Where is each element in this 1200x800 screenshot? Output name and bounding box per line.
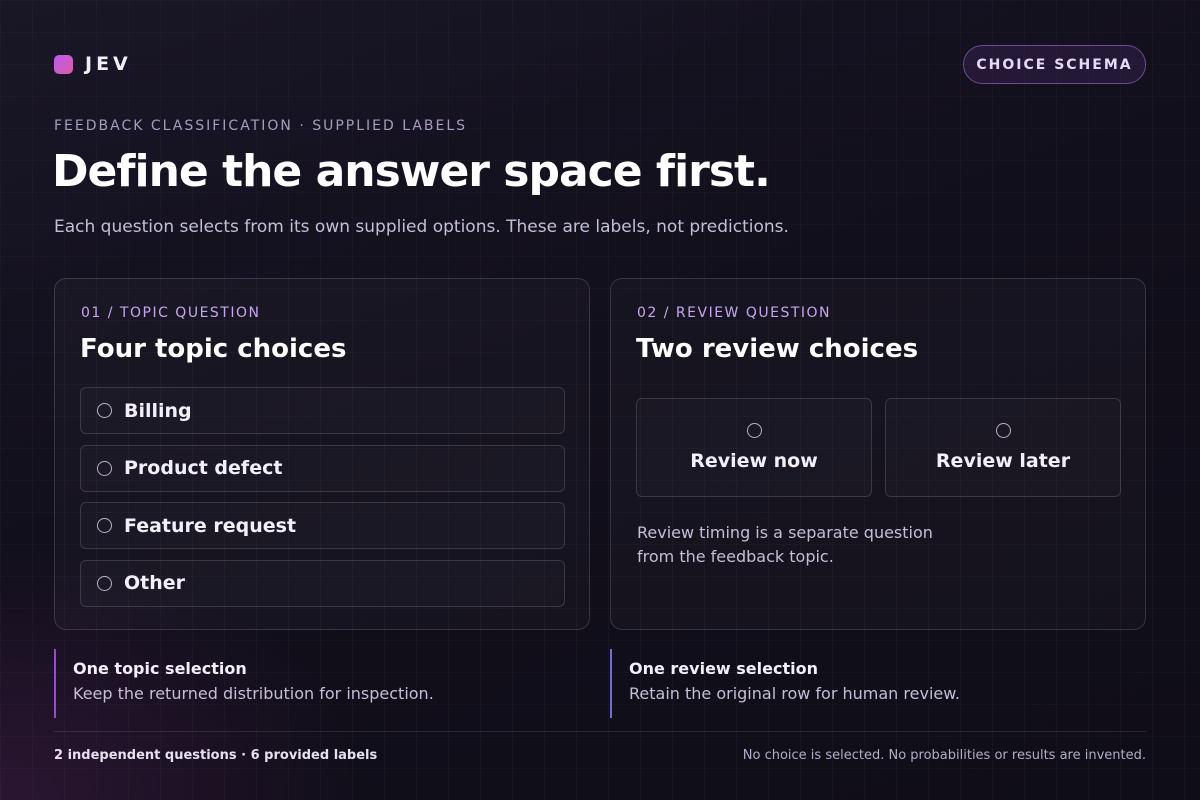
review-selection-note: One review selection Retain the original… (610, 649, 960, 718)
brand-name: JEV (85, 53, 132, 75)
section-eyebrow: FEEDBACK CLASSIFICATION · SUPPLIED LABEL… (54, 118, 468, 134)
topic-question-card: 01 / TOPIC QUESTION Four topic choices B… (54, 278, 590, 630)
topic-option-billing[interactable]: Billing (80, 387, 565, 434)
topic-option-product-defect[interactable]: Product defect (80, 444, 565, 492)
review-option-later[interactable]: Review later (885, 398, 1121, 497)
brand: JEV (54, 53, 132, 75)
choice-schema-badge: CHOICE SCHEMA (963, 45, 1146, 84)
footer-summary: 2 independent questions · 6 provided lab… (54, 748, 378, 763)
topic-option-other[interactable]: Other (80, 559, 565, 607)
option-label: Product defect (124, 457, 283, 479)
topic-options-list: Billing Product defect Feature request O… (80, 387, 565, 617)
topic-question-kicker: 01 / TOPIC QUESTION (81, 305, 261, 321)
note-body: Keep the returned distribution for inspe… (73, 684, 434, 703)
brand-logo-icon (54, 54, 73, 74)
review-question-kicker: 02 / REVIEW QUESTION (637, 305, 832, 321)
review-question-title: Two review choices (636, 334, 919, 364)
review-options: Review now Review later (636, 398, 1121, 497)
topic-question-title: Four topic choices (80, 334, 347, 364)
note-body: Retain the original row for human review… (629, 684, 960, 703)
radio-icon[interactable] (97, 575, 112, 591)
note-title: One review selection (629, 659, 818, 678)
review-question-card: 02 / REVIEW QUESTION Two review choices … (610, 278, 1146, 630)
option-label: Review later (935, 450, 1071, 472)
page: JEV CHOICE SCHEMA FEEDBACK CLASSIFICATIO… (0, 0, 1200, 800)
radio-icon[interactable] (97, 460, 112, 476)
option-label: Billing (124, 399, 192, 422)
topic-selection-note: One topic selection Keep the returned di… (54, 649, 434, 718)
radio-icon[interactable] (97, 403, 112, 418)
option-label: Feature request (124, 514, 297, 537)
page-title: Define the answer space first. (52, 146, 771, 197)
radio-icon[interactable] (995, 423, 1011, 438)
option-label: Other (124, 572, 186, 594)
page-subtitle: Each question selects from its own suppl… (54, 217, 789, 237)
radio-icon[interactable] (97, 518, 112, 533)
footer-divider (54, 731, 1146, 732)
review-option-now[interactable]: Review now (636, 398, 872, 497)
review-note: Review timing is a separate question fro… (637, 523, 933, 566)
footer-disclaimer: No choice is selected. No probabilities … (742, 748, 1146, 763)
note-title: One topic selection (73, 659, 247, 678)
option-label: Review now (690, 450, 818, 472)
topic-option-feature-request[interactable]: Feature request (80, 502, 565, 549)
radio-icon[interactable] (746, 423, 762, 438)
